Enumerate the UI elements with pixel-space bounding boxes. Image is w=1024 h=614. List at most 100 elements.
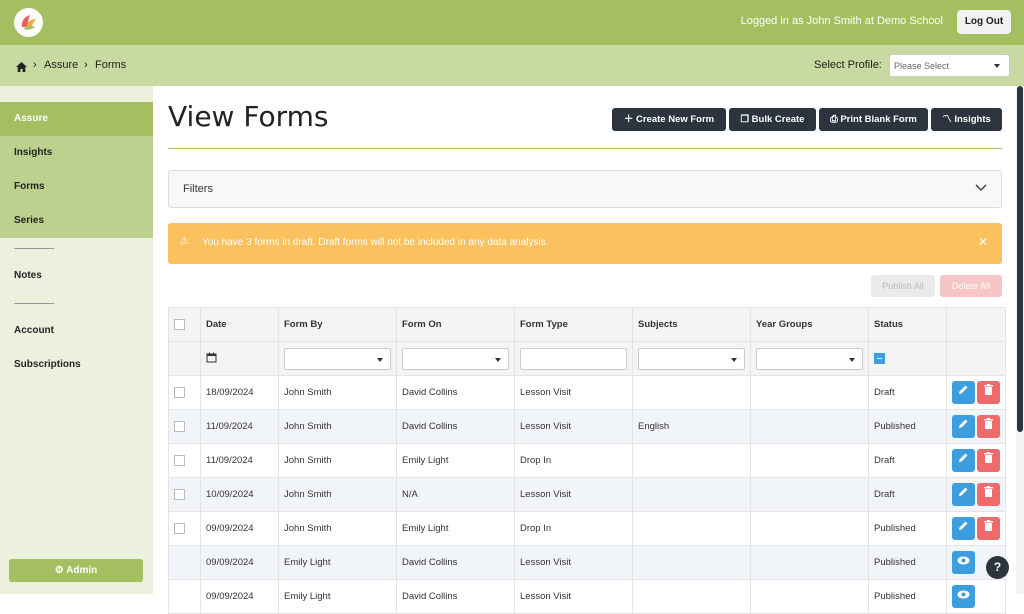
trash-icon bbox=[984, 384, 993, 398]
cell-date: 18/09/2024 bbox=[200, 375, 279, 410]
sidebar-item-series[interactable]: Series bbox=[0, 204, 153, 238]
edit-button[interactable] bbox=[952, 415, 975, 438]
select-profile-label: Select Profile: bbox=[814, 59, 882, 71]
row-actions bbox=[946, 375, 1006, 410]
print-blank-form-button[interactable]: ⎙ Print Blank Form bbox=[819, 108, 928, 131]
trash-icon bbox=[984, 520, 993, 534]
alert-text: You have 3 forms in draft. Draft forms w… bbox=[202, 237, 549, 248]
home-icon[interactable] bbox=[16, 59, 27, 77]
form-by-filter-select[interactable] bbox=[284, 347, 391, 370]
form-type-filter-input[interactable] bbox=[520, 347, 627, 370]
sidebar-item-notes[interactable]: Notes bbox=[0, 259, 153, 293]
delete-all-button[interactable]: Delete All bbox=[940, 275, 1002, 297]
column-header-subjects[interactable]: Subjects bbox=[632, 307, 751, 342]
trash-icon bbox=[984, 452, 993, 466]
year-groups-filter-select[interactable] bbox=[756, 347, 863, 370]
column-header-year-groups[interactable]: Year Groups bbox=[750, 307, 869, 342]
bulk-create-button[interactable]: ❐ Bulk Create bbox=[729, 108, 816, 131]
row-actions bbox=[946, 443, 1006, 478]
chevron-down-icon[interactable] bbox=[975, 183, 987, 195]
sidebar-item-account[interactable]: Account bbox=[0, 314, 153, 348]
pencil-icon bbox=[958, 487, 969, 500]
cell-form-type: Lesson Visit bbox=[514, 477, 633, 512]
calendar-icon[interactable] bbox=[206, 352, 217, 366]
admin-button[interactable]: ⚙ Admin bbox=[9, 559, 143, 582]
filter-cell bbox=[632, 341, 751, 376]
row-checkbox[interactable] bbox=[174, 488, 185, 500]
cell-form-on: Emily Light bbox=[396, 443, 515, 478]
filter-row bbox=[168, 341, 1006, 376]
table-row[interactable]: 10/09/2024 John Smith N/A Lesson Visit Draft bbox=[168, 477, 1006, 512]
table-row[interactable]: 11/09/2024 John Smith David Collins Lesson … bbox=[168, 409, 1006, 444]
breadcrumb-assure[interactable]: Assure bbox=[44, 59, 78, 71]
delete-button[interactable] bbox=[977, 483, 1000, 506]
sidebar-item-assure[interactable]: Assure bbox=[0, 102, 153, 136]
select-all-checkbox[interactable] bbox=[174, 318, 185, 330]
sidebar-item-forms[interactable]: Forms bbox=[0, 170, 153, 204]
trash-icon bbox=[984, 418, 993, 432]
row-actions bbox=[946, 511, 1006, 546]
edit-button[interactable] bbox=[952, 381, 975, 404]
profile-select[interactable]: Please Select bbox=[889, 54, 1010, 77]
column-header-form-type[interactable]: Form Type bbox=[514, 307, 633, 342]
delete-button[interactable] bbox=[977, 415, 1000, 438]
cell-form-type: Drop In bbox=[514, 443, 633, 478]
cell-date: 09/09/2024 bbox=[200, 511, 279, 546]
cell-form-by: John Smith bbox=[278, 511, 397, 546]
cell-form-on: David Collins bbox=[396, 579, 515, 614]
logout-button[interactable]: Log Out bbox=[957, 10, 1011, 34]
row-actions bbox=[946, 409, 1006, 444]
cell-subjects bbox=[632, 443, 751, 478]
breadcrumb-forms[interactable]: Forms bbox=[95, 59, 126, 71]
scrollbar[interactable] bbox=[1016, 86, 1024, 594]
subjects-filter-select[interactable] bbox=[638, 347, 745, 370]
cell-status: Published bbox=[868, 545, 947, 580]
cell-year-groups bbox=[750, 579, 869, 614]
column-header-form-on[interactable]: Form On bbox=[396, 307, 515, 342]
cell-date: 10/09/2024 bbox=[200, 477, 279, 512]
view-button[interactable] bbox=[952, 585, 975, 608]
delete-button[interactable] bbox=[977, 381, 1000, 404]
column-header-actions bbox=[946, 307, 1006, 342]
table-row[interactable]: 18/09/2024 John Smith David Collins Lesson … bbox=[168, 375, 1006, 410]
table-row[interactable]: 11/09/2024 John Smith Emily Light Drop In Dr… bbox=[168, 443, 1006, 478]
row-select-cell bbox=[168, 477, 201, 512]
row-checkbox[interactable] bbox=[174, 522, 185, 534]
form-on-filter-select[interactable] bbox=[402, 347, 509, 370]
eye-icon bbox=[957, 590, 970, 602]
view-button[interactable] bbox=[952, 551, 975, 574]
sidebar-item-insights[interactable]: Insights bbox=[0, 136, 153, 170]
publish-all-button[interactable]: Publish All bbox=[871, 275, 935, 297]
table-row[interactable]: 09/09/2024 Emily Light David Collins Lesson… bbox=[168, 579, 1006, 614]
cell-year-groups bbox=[750, 443, 869, 478]
delete-button[interactable] bbox=[977, 449, 1000, 472]
row-checkbox[interactable] bbox=[174, 386, 185, 398]
row-select-cell bbox=[168, 409, 201, 444]
create-new-form-button[interactable]: ＋ Create New Form bbox=[612, 108, 726, 131]
edit-button[interactable] bbox=[952, 517, 975, 540]
scrollbar-thumb[interactable] bbox=[1017, 86, 1023, 432]
table-row[interactable]: 09/09/2024 Emily Light David Collins Lesson… bbox=[168, 545, 1006, 580]
edit-button[interactable] bbox=[952, 449, 975, 472]
close-icon[interactable]: ✕ bbox=[978, 235, 988, 249]
row-checkbox[interactable] bbox=[174, 420, 185, 432]
cell-status: Draft bbox=[868, 477, 947, 512]
column-header-date[interactable]: Date bbox=[200, 307, 279, 342]
cell-form-type: Lesson Visit bbox=[514, 545, 633, 580]
forms-table: Date Form By Form On Form Type Subjects … bbox=[168, 307, 1006, 614]
column-header-form-by[interactable]: Form By bbox=[278, 307, 397, 342]
cell-year-groups bbox=[750, 409, 869, 444]
edit-button[interactable] bbox=[952, 483, 975, 506]
caret-down-icon bbox=[495, 357, 501, 362]
sidebar-item-subscriptions[interactable]: Subscriptions bbox=[0, 348, 153, 382]
column-header-status[interactable]: Status bbox=[868, 307, 947, 342]
table-row[interactable]: 09/09/2024 John Smith Emily Light Drop In Pu… bbox=[168, 511, 1006, 546]
filters-panel[interactable]: Filters bbox=[168, 170, 1002, 208]
filter-cell bbox=[750, 341, 869, 376]
help-button[interactable]: ? bbox=[986, 556, 1009, 579]
insights-button[interactable]: 〽 Insights bbox=[931, 108, 1002, 131]
app-logo[interactable] bbox=[14, 8, 43, 37]
row-checkbox[interactable] bbox=[174, 454, 185, 466]
status-filter-checkbox[interactable] bbox=[874, 352, 885, 364]
delete-button[interactable] bbox=[977, 517, 1000, 540]
